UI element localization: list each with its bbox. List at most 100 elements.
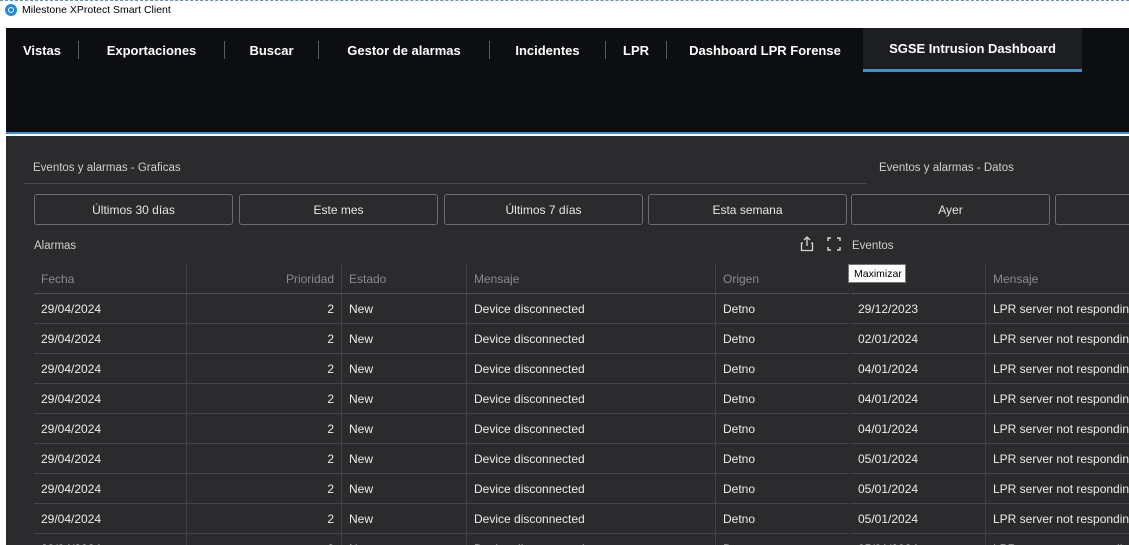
table-cell: New [342, 384, 467, 413]
table-cell: 29/04/2024 [34, 324, 187, 353]
filter-button-1[interactable]: Últimos 30 días [34, 194, 233, 225]
table-cell: Device disconnected [467, 414, 716, 443]
table-cell: Detno [723, 361, 756, 376]
table-cell: Detno [723, 451, 756, 466]
app-frame: Vistas Exportaciones Buscar Gestor de alarm… [0, 18, 1129, 545]
column-header[interactable]: Fecha [34, 264, 187, 293]
events-label: Eventos [852, 240, 894, 252]
table-cell: 29/04/2024 [34, 294, 187, 323]
filter-button-6[interactable]: Últi [1055, 194, 1129, 225]
table-row[interactable]: 29/04/20242NewDevice disconnected Detno [34, 294, 849, 324]
table-cell: 2 [187, 324, 342, 353]
table-cell: Detno [723, 301, 756, 316]
window-titlebar: Milestone XProtect Smart Client [0, 0, 1129, 18]
table-row[interactable]: 04/01/2024 LPR server not respondin [851, 384, 1129, 414]
nav-tab-5[interactable]: Incidentes [490, 28, 605, 72]
table-row[interactable]: 29/04/20242NewDevice disconnected Detno [34, 504, 849, 534]
filter-button-2[interactable]: Este mes [239, 194, 438, 225]
table-header: Fecha Prioridad Estado Mensaje Origen [34, 264, 849, 294]
table-cell: 2 [187, 444, 342, 473]
export-icon[interactable] [800, 236, 814, 252]
nav-tab-4[interactable]: Gestor de alarmas [319, 28, 489, 72]
section-title-datos[interactable]: Eventos y alarmas - Datos [869, 152, 1129, 184]
nav-tab-7[interactable]: Dashboard LPR Forense [667, 28, 863, 72]
table-cell: LPR server not respondin [993, 451, 1129, 466]
table-cell: 2 [187, 504, 342, 533]
table-cell: Device disconnected [467, 324, 716, 353]
table-row[interactable]: 29/12/2023 LPR server not respondin [851, 294, 1129, 324]
table-cell: 29/04/2024 [34, 354, 187, 383]
table-cell: Detno [723, 481, 756, 496]
table-cell: Device disconnected [467, 504, 716, 533]
table-cell: Device disconnected [467, 384, 716, 413]
milestone-logo-icon [5, 3, 17, 16]
nav-tab-1[interactable]: Vistas [6, 28, 78, 72]
column-header[interactable]: Origen [716, 264, 849, 293]
table-cell: 2 [187, 474, 342, 503]
table-cell: LPR server not respondin [993, 331, 1129, 346]
column-header[interactable]: Mensaje [467, 264, 716, 293]
column-header[interactable]: Estado [342, 264, 467, 293]
nav-tab-2[interactable]: Exportaciones [79, 28, 224, 72]
table-cell: New [342, 534, 467, 545]
table-cell: LPR server not respondin [993, 511, 1129, 526]
table-cell: 05/01/2024 [851, 504, 986, 533]
alarms-table: Fecha Prioridad Estado Mensaje Origen 29/04/2… [34, 264, 849, 545]
table-cell: 2 [187, 534, 342, 545]
table-row[interactable]: 29/04/20242NewDevice disconnectedDetno [34, 444, 849, 474]
table-row[interactable]: 02/01/2024 LPR server not respondin [851, 324, 1129, 354]
table-cell: 2 [187, 384, 342, 413]
table-row[interactable]: 29/04/20242NewDevice disconnectedDetno [34, 384, 849, 414]
table-row[interactable]: 04/01/2024 LPR server not respondin [851, 354, 1129, 384]
filter-button-5[interactable]: Ayer [851, 194, 1050, 225]
nav-tab-8[interactable]: SGSE Intrusion Dashboard [863, 28, 1082, 72]
column-header[interactable]: Mensaje [986, 264, 1129, 293]
table-cell: 04/01/2024 [851, 354, 986, 383]
table-cell: New [342, 324, 467, 353]
table-cell: 05/01/2024 [851, 444, 986, 473]
table-cell: New [342, 354, 467, 383]
maximize-tooltip: Maximizar [848, 264, 906, 283]
table-cell: LPR server not respondin [993, 361, 1129, 376]
table-cell: 29/12/2023 [851, 294, 986, 323]
filter-button-4[interactable]: Esta semana [648, 194, 847, 225]
table-cell: 2 [187, 354, 342, 383]
table-row[interactable]: 05/01/2024LPR server not respondin [851, 534, 1129, 545]
table-cell: 05/01/2024 [851, 474, 986, 503]
table-cell: New [342, 474, 467, 503]
table-cell: New [342, 294, 467, 323]
maximize-icon[interactable] [827, 237, 841, 251]
table-cell: 29/04/2024 [34, 474, 187, 503]
table-cell: Detno [716, 534, 849, 545]
table-row[interactable]: 05/01/2024 LPR server not respondin [851, 444, 1129, 474]
column-header[interactable]: Prioridad [187, 264, 342, 293]
table-cell: 29/04/2024 [34, 414, 187, 443]
main-nav: Vistas Exportaciones Buscar Gestor de alarm… [6, 28, 1082, 72]
table-row[interactable]: 29/04/20242NewDevice disconnected Detno [34, 474, 849, 504]
table-cell: 29/04/2024 [34, 504, 187, 533]
table-cell: LPR server not respondin [993, 421, 1129, 436]
events-table: Mensaje 29/12/2023 LPR server not respondi… [851, 264, 1129, 545]
table-row[interactable]: 04/01/2024 LPR server not respondin [851, 414, 1129, 444]
filter-button-3[interactable]: Últimos 7 días [444, 194, 643, 225]
table-cell: 29/04/2024 [34, 384, 187, 413]
table-cell: Device disconnected [467, 294, 716, 323]
table-row[interactable]: 29/04/20242NewDevice disconnectedDetno [34, 534, 849, 545]
table-row[interactable]: 29/04/20242NewDevice disconnectedDetno [34, 414, 849, 444]
table-cell: Detno [723, 511, 756, 526]
table-cell: 04/01/2024 [851, 414, 986, 443]
nav-tab-6[interactable]: LPR [606, 28, 666, 72]
table-cell: LPR server not respondin [986, 534, 1129, 545]
alarms-label: Alarmas [34, 240, 77, 252]
table-cell: Device disconnected [467, 474, 716, 503]
table-cell: Detno [723, 331, 756, 346]
table-row[interactable]: 29/04/20242NewDevice disconnectedDetno [34, 354, 849, 384]
table-cell: 2 [187, 294, 342, 323]
table-cell: LPR server not respondin [993, 481, 1129, 496]
table-cell: New [342, 504, 467, 533]
table-cell: 29/04/2024 [34, 444, 187, 473]
nav-tab-3[interactable]: Buscar [225, 28, 318, 72]
table-row[interactable]: 05/01/2024 LPR server not respondin [851, 504, 1129, 534]
table-row[interactable]: 05/01/2024 LPR server not respondin [851, 474, 1129, 504]
table-row[interactable]: 29/04/20242NewDevice disconnected Detno [34, 324, 849, 354]
